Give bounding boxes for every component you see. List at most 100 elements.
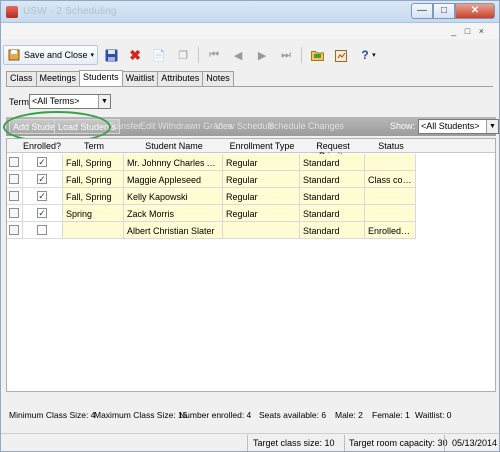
enrollment-type-cell[interactable] — [223, 222, 300, 239]
request-priority-cell[interactable]: Standard — [300, 222, 365, 239]
open-folder-button[interactable] — [306, 45, 328, 65]
row-select-cell[interactable] — [7, 171, 23, 188]
enrolled-checkbox[interactable] — [37, 225, 47, 235]
term-cell[interactable] — [63, 222, 124, 239]
help-button[interactable]: ? ▾ — [354, 45, 380, 65]
enrolled-cell[interactable]: ✓ — [23, 171, 63, 188]
status-cell[interactable] — [365, 205, 416, 222]
header-enrolled[interactable]: Enrolled? — [21, 141, 63, 151]
student-name-cell[interactable]: Albert Christian Slater — [124, 222, 223, 239]
chevron-down-icon: ▾ — [90, 52, 95, 59]
row-select-checkbox[interactable] — [9, 191, 19, 201]
tab-attributes[interactable]: Attributes — [157, 71, 204, 86]
tab-students[interactable]: Students — [79, 70, 123, 86]
status-cell[interactable] — [365, 188, 416, 205]
enrolled-checkbox[interactable]: ✓ — [37, 208, 47, 218]
row-select-cell[interactable] — [7, 205, 23, 222]
last-record-icon: ⏭ — [281, 48, 292, 61]
window-controls: — □ ✕ — [411, 3, 495, 19]
last-record-button[interactable]: ⏭ — [275, 45, 297, 65]
copy-button[interactable]: ❐ — [172, 45, 194, 65]
new-document-icon: 📄 — [152, 49, 166, 62]
enrolled-cell[interactable]: ✓ — [23, 154, 63, 171]
tab-meetings[interactable]: Meetings — [35, 71, 81, 86]
chevron-down-icon[interactable]: ▼ — [486, 120, 498, 133]
enrolled-checkbox[interactable]: ✓ — [37, 157, 47, 167]
student-name-cell[interactable]: Kelly Kapowski — [124, 188, 223, 205]
request-priority-cell[interactable]: Standard — [300, 171, 365, 188]
status-cell[interactable]: Class conflicts — [365, 171, 416, 188]
first-record-button[interactable]: ⏮ — [203, 45, 225, 65]
show-filter-select[interactable]: <All Students> ▼ — [418, 119, 499, 134]
maximize-icon[interactable]: □ — [433, 3, 455, 19]
enrolled-checkbox[interactable]: ✓ — [37, 191, 47, 201]
table-row[interactable]: ✓ Fall, Spring Mr. Johnny Charles Apples… — [7, 154, 495, 171]
delete-x-icon: ✖ — [129, 46, 141, 63]
max-class-size: Maximum Class Size: 15 — [94, 410, 188, 420]
status-bar: Target class size: 10 Target room capaci… — [1, 433, 499, 451]
status-separator — [247, 435, 248, 451]
previous-record-button[interactable]: ◀ — [227, 45, 249, 65]
row-select-cell[interactable] — [7, 188, 23, 205]
enrolled-cell[interactable] — [23, 222, 63, 239]
term-cell[interactable]: Fall, Spring — [63, 171, 124, 188]
request-priority-cell[interactable]: Standard — [300, 188, 365, 205]
enrollment-type-cell[interactable]: Regular — [223, 188, 300, 205]
enrolled-cell[interactable]: ✓ — [23, 188, 63, 205]
term-cell[interactable]: Fall, Spring — [63, 188, 124, 205]
enrolled-cell[interactable]: ✓ — [23, 205, 63, 222]
close-icon[interactable]: ✕ — [455, 3, 495, 19]
minimize-icon[interactable]: — — [411, 3, 433, 19]
report-icon — [334, 48, 348, 62]
tab-waitlist[interactable]: Waitlist — [121, 71, 159, 86]
schedule-changes-button[interactable]: Schedule Changes — [268, 121, 344, 131]
header-status[interactable]: Status — [366, 141, 416, 151]
main-window: USW - 2 Scheduling — □ ✕ _ □ × Save and … — [0, 0, 500, 452]
report-button[interactable] — [330, 45, 352, 65]
tab-strip: Class Meetings Students Waitlist Attribu… — [6, 70, 234, 86]
tab-class[interactable]: Class — [6, 71, 37, 86]
tab-notes[interactable]: Notes — [202, 71, 234, 86]
help-question-icon: ? — [361, 48, 369, 62]
term-cell[interactable]: Spring — [63, 205, 124, 222]
student-name-cell[interactable]: Mr. Johnny Charles Applese... — [124, 154, 223, 171]
row-select-cell[interactable] — [7, 222, 23, 239]
next-record-button[interactable]: ▶ — [251, 45, 273, 65]
row-select-checkbox[interactable] — [9, 174, 19, 184]
header-enrollment-type[interactable]: Enrollment Type — [224, 141, 300, 151]
term-select[interactable]: <All Terms> ▼ — [29, 94, 111, 109]
table-row[interactable]: ✓ Spring Zack Morris Regular Standard — [7, 205, 495, 222]
enrolled-checkbox[interactable]: ✓ — [37, 174, 47, 184]
transfer-button[interactable]: Transfer — [108, 121, 141, 131]
status-date: 05/13/2014 — [452, 438, 498, 448]
new-document-button[interactable]: 📄 — [148, 45, 170, 65]
title-bar: USW - 2 Scheduling — □ ✕ — [1, 1, 499, 23]
view-schedule-button[interactable]: View Schedule — [215, 121, 274, 131]
term-cell[interactable]: Fall, Spring — [63, 154, 124, 171]
save-button[interactable] — [100, 45, 122, 65]
student-name-cell[interactable]: Zack Morris — [124, 205, 223, 222]
enrollment-type-cell[interactable]: Regular — [223, 154, 300, 171]
child-window-controls-icon[interactable]: _ □ × — [451, 26, 487, 36]
header-term[interactable]: Term — [64, 141, 124, 151]
table-row[interactable]: Albert Christian Slater Standard Enrolle… — [7, 222, 495, 239]
enrollment-type-cell[interactable]: Regular — [223, 205, 300, 222]
female-count: Female: 1 — [372, 410, 410, 420]
save-and-close-button[interactable]: Save and Close ▾ — [3, 45, 99, 65]
row-select-checkbox[interactable] — [9, 225, 19, 235]
table-row[interactable]: ✓ Fall, Spring Kelly Kapowski Regular St… — [7, 188, 495, 205]
student-name-cell[interactable]: Maggie Appleseed — [124, 171, 223, 188]
row-select-cell[interactable] — [7, 154, 23, 171]
row-select-checkbox[interactable] — [9, 157, 19, 167]
request-priority-cell[interactable]: Standard — [300, 154, 365, 171]
delete-button[interactable]: ✖ — [124, 45, 146, 65]
min-class-size: Minimum Class Size: 4 — [9, 410, 96, 420]
status-cell[interactable] — [365, 154, 416, 171]
enrollment-type-cell[interactable]: Regular — [223, 171, 300, 188]
row-select-checkbox[interactable] — [9, 208, 19, 218]
header-student-name[interactable]: Student Name — [125, 141, 223, 151]
table-row[interactable]: ✓ Fall, Spring Maggie Appleseed Regular … — [7, 171, 495, 188]
request-priority-cell[interactable]: Standard — [300, 205, 365, 222]
status-cell[interactable]: Enrolled in 1 — [365, 222, 416, 239]
chevron-down-icon[interactable]: ▼ — [98, 95, 110, 108]
